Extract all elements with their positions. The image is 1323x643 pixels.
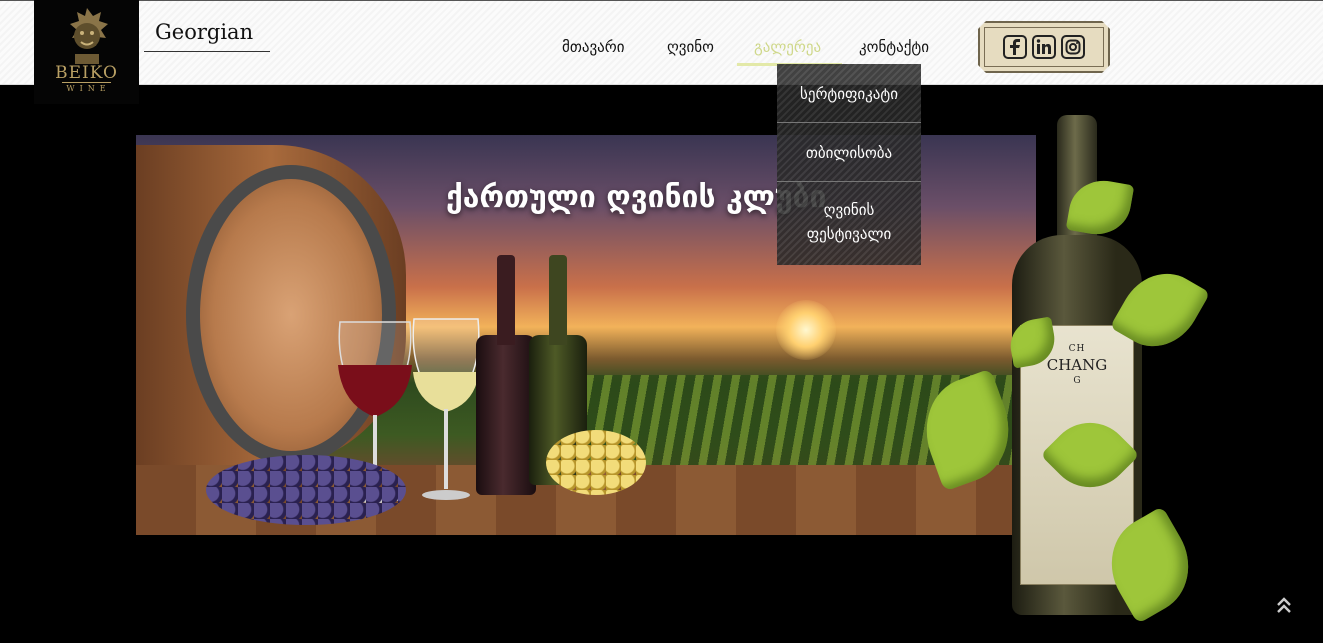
brand-subtitle: WINE: [62, 82, 111, 94]
instagram-icon[interactable]: [1061, 35, 1085, 59]
nav-item-home[interactable]: მთავარი: [562, 37, 624, 57]
brand-logo[interactable]: BEIKO WINE: [34, 0, 139, 104]
dropdown-item-certificate[interactable]: სერტიფიკატი: [777, 64, 921, 123]
dropdown-item-wine-festival[interactable]: ღვინის ფესტივალი: [777, 182, 921, 265]
banner-title: ქართული ღვინის კლუბი: [446, 180, 827, 215]
site-header: Georgian მთავარი ღვინო გალერეა კონტაქტი: [0, 0, 1323, 85]
sunset-sun: [776, 300, 836, 360]
nav-item-wine[interactable]: ღვინო: [667, 37, 714, 57]
double-chevron-up-icon[interactable]: [1276, 596, 1292, 617]
linkedin-icon[interactable]: [1032, 35, 1056, 59]
white-grapes: [546, 430, 646, 495]
dropdown-item-tbilisoba[interactable]: თბილისობა: [777, 123, 921, 182]
social-links: [978, 21, 1110, 73]
nav-item-contact[interactable]: კონტაქტი: [859, 37, 929, 57]
red-grapes: [206, 455, 406, 525]
language-switcher[interactable]: Georgian: [144, 17, 270, 52]
language-label[interactable]: Georgian: [155, 20, 253, 44]
white-wine-glass: [410, 317, 482, 502]
brand-name: BEIKO: [55, 63, 118, 83]
facebook-icon[interactable]: [1003, 35, 1027, 59]
dark-wine-bottle: [476, 255, 536, 495]
lion-emblem-icon: [69, 8, 108, 64]
gallery-dropdown-menu: სერტიფიკატი თბილისობა ღვინის ფესტივალი: [777, 64, 921, 265]
nav-item-gallery[interactable]: გალერეა: [754, 37, 821, 57]
